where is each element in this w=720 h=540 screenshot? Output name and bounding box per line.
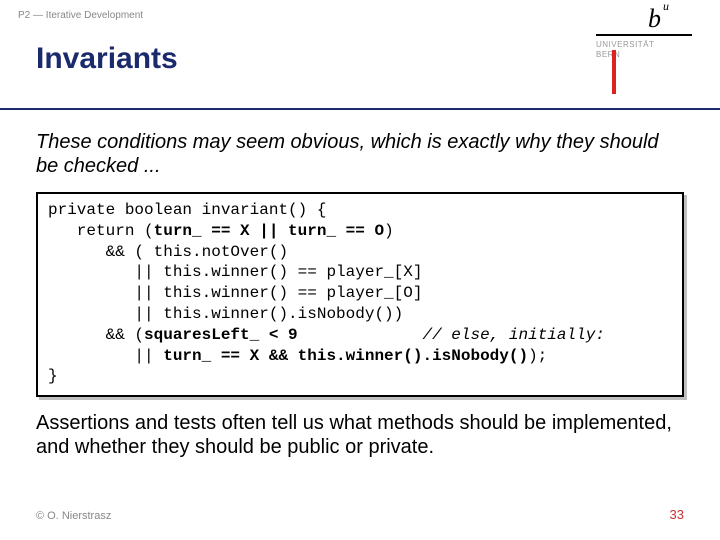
code-block: private boolean invariant() { return (tu… <box>36 192 684 397</box>
logo-divider <box>596 34 692 36</box>
intro-text: These conditions may seem obvious, which… <box>36 130 684 178</box>
footer-copyright: © O. Nierstrasz <box>36 510 111 522</box>
content-area: These conditions may seem obvious, which… <box>36 130 684 459</box>
outro-text: Assertions and tests often tell us what … <box>36 411 684 459</box>
title-divider <box>0 108 720 110</box>
logo-university-text: UNIVERSITÄT <box>596 40 702 49</box>
footer-page-number: 33 <box>670 507 684 522</box>
breadcrumb: P2 — Iterative Development <box>18 10 143 21</box>
page-title: Invariants <box>36 42 178 76</box>
logo-letter: bu <box>648 6 702 32</box>
red-accent-bar <box>612 50 616 94</box>
